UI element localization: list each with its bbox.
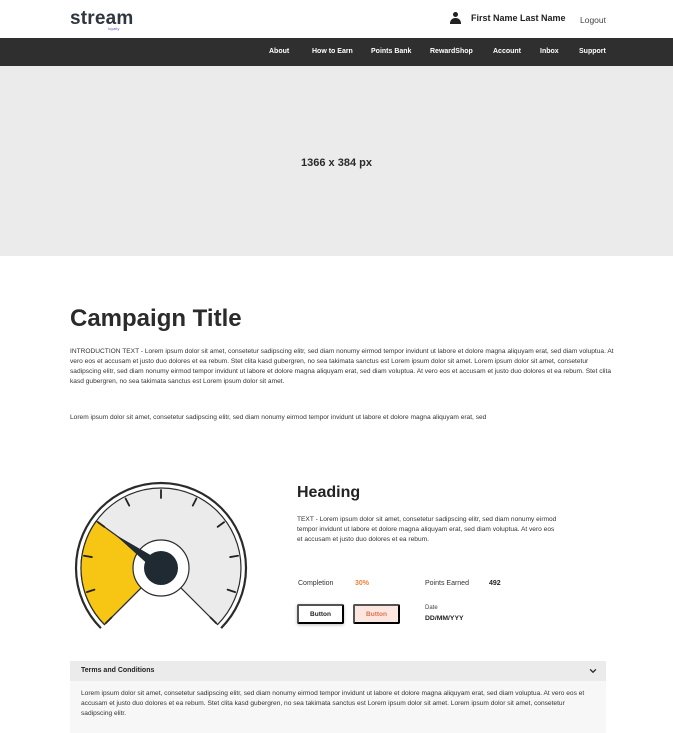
logo-subtext: loyalty — [108, 26, 120, 31]
primary-button[interactable]: Button — [297, 604, 344, 624]
secondary-button[interactable]: Button — [353, 604, 400, 624]
nav-item-rewardshop[interactable]: RewardShop — [430, 48, 473, 55]
campaign-intro-text: INTRODUCTION TEXT - Lorem ipsum dolor si… — [70, 348, 614, 385]
hero-banner-placeholder: 1366 x 384 px — [0, 66, 673, 256]
user-name: First Name Last Name — [471, 13, 566, 23]
gauge-tick — [83, 554, 93, 558]
terms-title: Terms and Conditions — [81, 667, 155, 674]
logout-link[interactable]: Logout — [580, 15, 606, 25]
nav-item-how-to-earn[interactable]: How to Earn — [312, 48, 353, 55]
progress-heading: Heading — [297, 484, 361, 501]
nav-item-account[interactable]: Account — [493, 48, 521, 55]
user-icon — [450, 12, 461, 24]
terms-accordion-header[interactable]: Terms and Conditions — [70, 661, 606, 681]
completion-value: 30% — [355, 580, 370, 587]
stream-logo[interactable]: stream loyalty — [70, 8, 134, 31]
banner-dimensions-label: 1366 x 384 px — [301, 157, 372, 169]
campaign-paragraph: Lorem ipsum dolor sit amet, consetetur s… — [70, 414, 487, 421]
user-account[interactable]: First Name Last Name — [450, 12, 566, 24]
date-value: DD/MM/YYY — [425, 615, 464, 622]
points-earned-label: Points Earned — [425, 580, 469, 587]
logo-wordmark: stream — [70, 8, 134, 29]
points-earned-value: 492 — [489, 580, 501, 587]
gauge-tick — [229, 554, 239, 558]
nav-item-points-bank[interactable]: Points Bank — [371, 48, 411, 55]
terms-body: Lorem ipsum dolor sit amet, consetetur s… — [70, 681, 606, 733]
completion-gauge — [74, 481, 248, 629]
date-label: Date — [425, 605, 438, 611]
top-header: stream loyalty First Name Last Name Logo… — [0, 0, 673, 38]
completion-label: Completion — [298, 580, 334, 587]
gauge-hub — [144, 551, 178, 585]
main-nav: About How to Earn Points Bank RewardShop… — [0, 38, 673, 66]
chevron-down-icon[interactable] — [588, 666, 598, 676]
campaign-title: Campaign Title — [70, 305, 242, 332]
nav-item-about[interactable]: About — [269, 48, 289, 55]
nav-item-inbox[interactable]: Inbox — [540, 48, 559, 55]
progress-text: TEXT - Lorem ipsum dolor sit amet, conse… — [297, 516, 557, 543]
nav-item-support[interactable]: Support — [579, 48, 606, 55]
